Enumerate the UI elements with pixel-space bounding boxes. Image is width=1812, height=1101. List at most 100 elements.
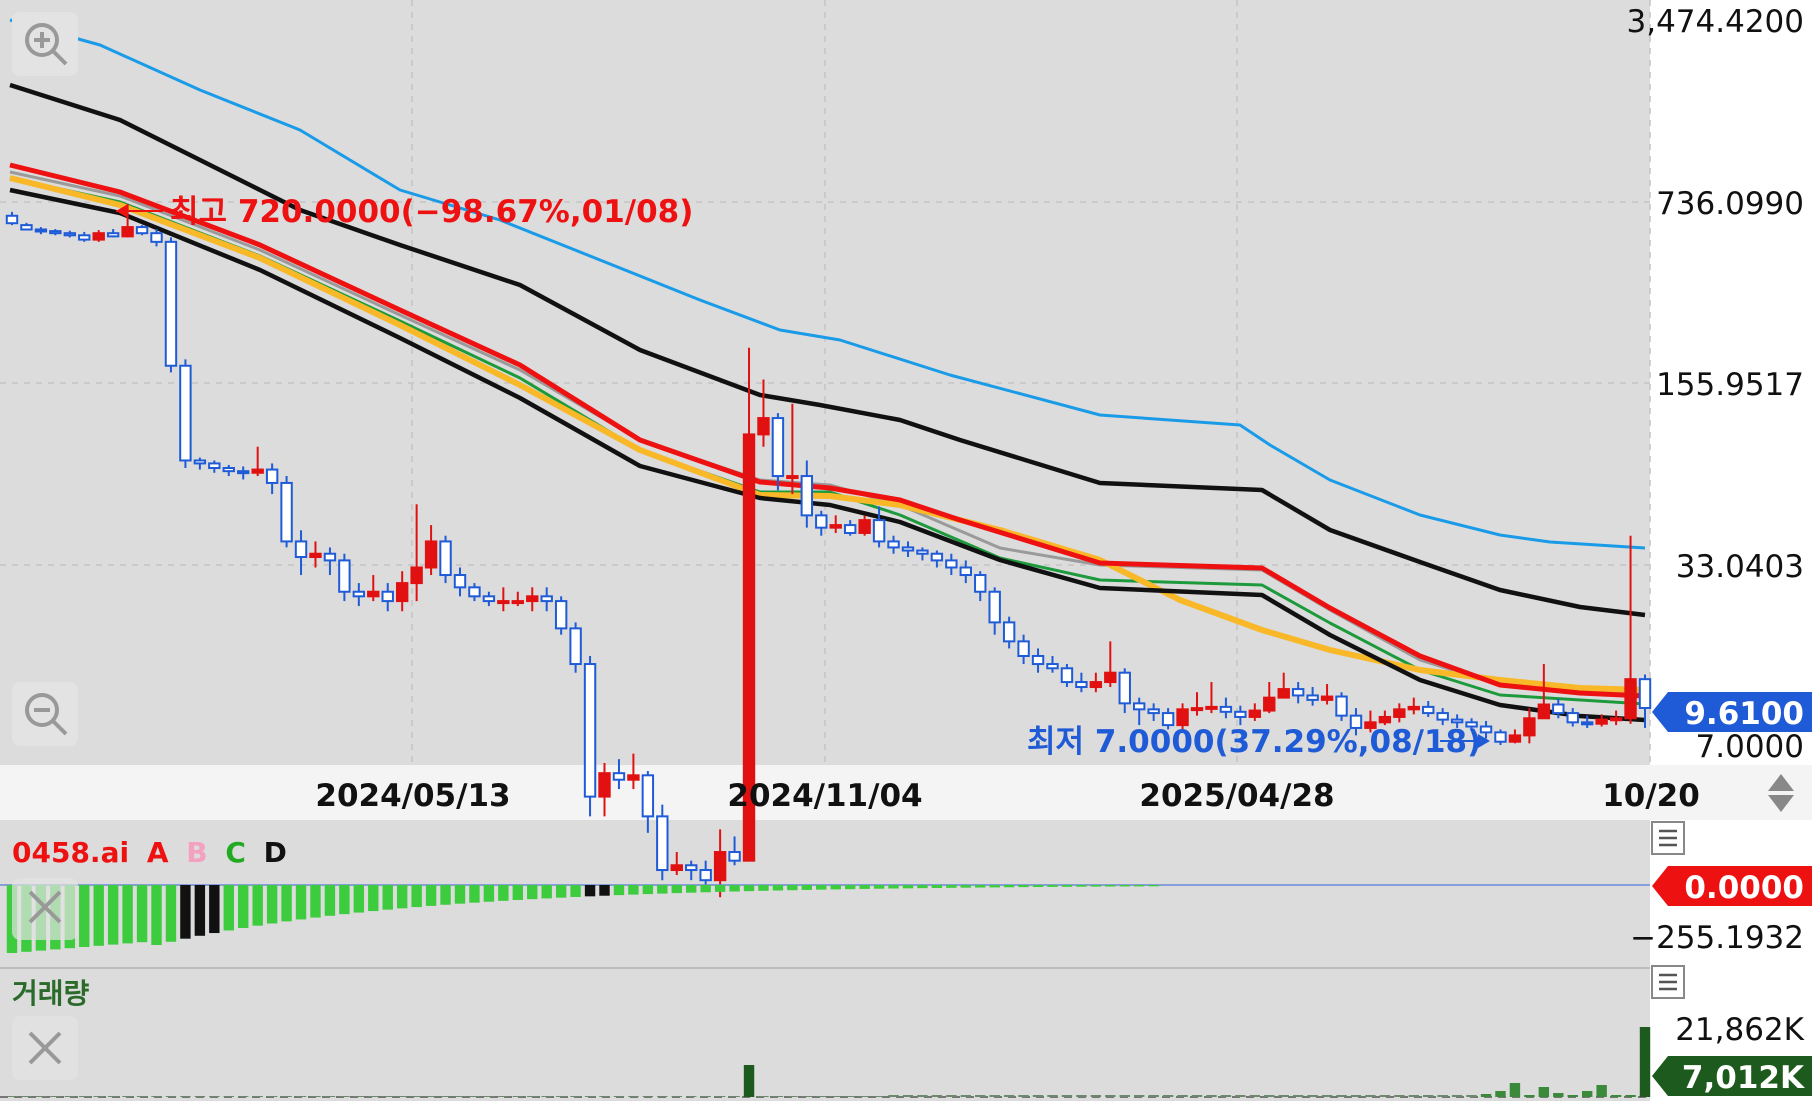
candle	[179, 359, 192, 469]
indicator-legend-c: C	[225, 836, 246, 869]
indicator-value-badge: 0.0000	[1652, 866, 1812, 906]
indicator-bar	[252, 885, 263, 926]
volume-bar	[469, 1096, 480, 1097]
volume-bar	[1567, 1095, 1578, 1097]
volume-bar	[310, 1096, 321, 1097]
indicator-bar	[613, 885, 625, 896]
high-annotation: 최고 720.0000(−98.67%,01/08)	[116, 194, 693, 230]
volume-bar	[1423, 1095, 1434, 1097]
indicator-bar	[714, 885, 726, 892]
volume-bar	[671, 1096, 682, 1097]
indicator-menu-button[interactable]	[1651, 821, 1685, 855]
volume-bar	[6, 1096, 18, 1097]
indicator-bar	[382, 885, 393, 910]
volume-bar	[1451, 1095, 1463, 1097]
volume-bar	[1076, 1095, 1087, 1097]
y-tick-label: 7.0000	[1696, 729, 1804, 765]
candle	[164, 237, 178, 373]
volume-bar	[1321, 1095, 1333, 1097]
indicator-bar	[671, 885, 682, 894]
indicator-bar	[1134, 885, 1145, 887]
volume-bar	[353, 1096, 365, 1097]
volume-bar	[252, 1096, 263, 1097]
volume-bar	[1162, 1095, 1174, 1097]
indicator-bar	[859, 885, 870, 889]
indicator-bar	[628, 885, 639, 895]
y-tick-label: 736.0990	[1656, 186, 1804, 222]
volume-bar	[1264, 1095, 1275, 1097]
indicator-bar	[584, 885, 596, 897]
current-price-badge: 9.6100	[1652, 692, 1812, 732]
volume-bar	[1278, 1095, 1289, 1097]
volume-bar	[1394, 1095, 1405, 1097]
indicator-bar	[743, 885, 755, 892]
indicator-bar	[396, 885, 408, 909]
indicator-bar	[440, 885, 451, 905]
indicator-bar	[541, 885, 552, 899]
volume-bar	[1625, 1095, 1636, 1097]
volume-bar	[1379, 1095, 1391, 1097]
indicator-bar	[1090, 885, 1102, 887]
x-tick-label: 10/20	[1602, 778, 1700, 814]
indicator-bar	[483, 885, 495, 902]
volume-bar	[1581, 1091, 1593, 1097]
volume-bar	[946, 1095, 957, 1097]
volume-bar	[584, 1096, 596, 1097]
volume-bar	[382, 1096, 393, 1097]
volume-bar	[35, 1096, 47, 1097]
indicator-close-button[interactable]	[12, 878, 78, 940]
indicator-bar	[411, 885, 422, 908]
zoom-in-button[interactable]	[12, 12, 78, 76]
volume-bar	[830, 1096, 841, 1097]
candle	[1494, 729, 1507, 745]
volume-close-button[interactable]	[12, 1016, 78, 1080]
indicator-bar	[657, 885, 668, 894]
volume-menu-button[interactable]	[1651, 965, 1685, 999]
volume-bar	[686, 1096, 697, 1097]
indicator-bar	[1148, 885, 1159, 887]
indicator-min-label: −255.1932	[1630, 920, 1804, 956]
volume-bar	[613, 1096, 625, 1097]
indicator-bar	[729, 885, 740, 892]
indicator-bar	[686, 885, 697, 893]
volume-bar	[498, 1096, 509, 1097]
volume-bar	[960, 1095, 971, 1097]
indicator-bar	[960, 885, 971, 888]
indicator-bar	[209, 885, 220, 934]
volume-bar	[324, 1096, 336, 1097]
volume-bar	[238, 1096, 249, 1097]
volume-bar	[425, 1096, 437, 1097]
indicator-bar	[266, 885, 278, 924]
volume-bar	[1307, 1095, 1318, 1097]
volume-bar	[1408, 1095, 1419, 1097]
volume-bar	[844, 1096, 856, 1097]
candle	[280, 476, 293, 548]
volume-bar	[1105, 1095, 1116, 1097]
volume-plot-area[interactable]	[0, 970, 1650, 1101]
indicator-bar	[888, 885, 899, 889]
volume-bar	[223, 1096, 234, 1097]
volume-bar	[975, 1095, 986, 1097]
volume-bar	[729, 1096, 740, 1097]
volume-bar	[1249, 1095, 1261, 1097]
indicator-bar	[180, 885, 191, 939]
volume-bar	[873, 1096, 885, 1097]
volume-bar	[295, 1096, 307, 1097]
indicator-title: 0458.ai A B C D	[12, 836, 287, 869]
y-tick-label: 155.9517	[1656, 367, 1804, 403]
volume-bar	[1553, 1093, 1564, 1097]
indicator-bar	[324, 885, 336, 916]
volume-bar	[1148, 1095, 1159, 1097]
volume-bar	[989, 1095, 1000, 1097]
volume-bar	[1610, 1095, 1622, 1097]
indicator-bar	[79, 885, 90, 947]
indicator-bar	[1003, 885, 1015, 888]
volume-bar	[758, 1096, 769, 1097]
indicator-bar	[339, 885, 350, 915]
indicator-bar	[1076, 885, 1087, 887]
x-tick-label: 2024/11/04	[727, 778, 922, 814]
zoom-out-button[interactable]	[12, 682, 78, 746]
indicator-bar	[946, 885, 957, 888]
volume-bar	[1177, 1095, 1188, 1097]
volume-bar	[1466, 1095, 1477, 1097]
